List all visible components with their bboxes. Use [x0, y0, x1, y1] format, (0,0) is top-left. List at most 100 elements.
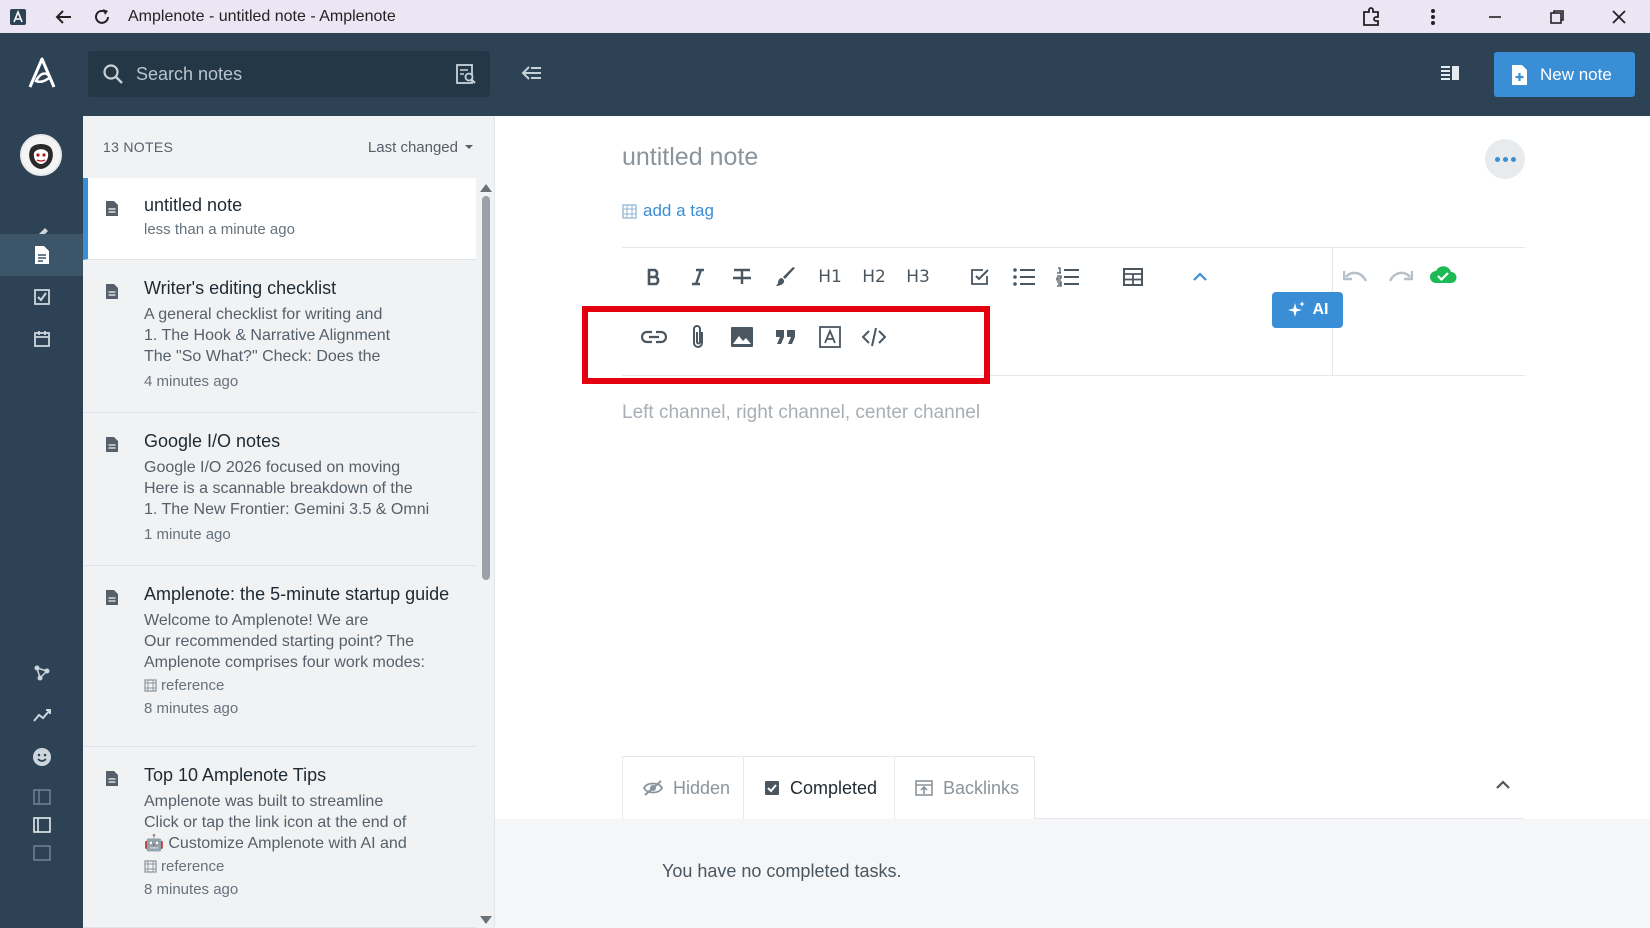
- note-list-item[interactable]: Amplenote: the 5-minute startup guide We…: [83, 567, 476, 747]
- sync-status[interactable]: [1425, 257, 1461, 293]
- minimize-icon[interactable]: [1483, 5, 1507, 29]
- collapse-tabs-button[interactable]: [1495, 780, 1511, 790]
- note-preview-line: Here is a scannable breakdown of the: [144, 480, 413, 497]
- redo-button[interactable]: [1382, 259, 1418, 295]
- note-tag-label: reference: [161, 677, 225, 694]
- rail-item-notes[interactable]: [0, 234, 83, 276]
- ai-assistant-button[interactable]: AI: [1272, 292, 1343, 328]
- restore-icon[interactable]: [1545, 5, 1569, 29]
- scroll-up-arrow-icon[interactable]: [480, 184, 492, 192]
- checkbox-task-button[interactable]: [962, 259, 998, 295]
- layout-single-icon: [32, 845, 51, 861]
- app-header: Search notes New note: [0, 33, 1650, 116]
- graph-icon: [32, 663, 52, 683]
- reload-icon[interactable]: [90, 5, 114, 29]
- new-note-button[interactable]: New note: [1494, 52, 1635, 97]
- advanced-search-icon[interactable]: [454, 62, 478, 86]
- heading-1-label: H1: [818, 267, 842, 287]
- notes-count: 13 NOTES: [103, 139, 174, 155]
- rail-item-tasks[interactable]: [0, 276, 83, 318]
- note-body-placeholder[interactable]: Left channel, right channel, center chan…: [622, 402, 980, 424]
- brush-icon: [775, 266, 797, 288]
- amplenote-logo-icon[interactable]: [22, 53, 62, 93]
- completed-tasks-panel: You have no completed tasks.: [495, 819, 1650, 928]
- note-preview-line: 1. The New Frontier: Gemini 3.5 & Omni: [144, 501, 430, 518]
- scrollbar-thumb[interactable]: [482, 196, 490, 580]
- redo-icon: [1387, 269, 1413, 285]
- rail-item-calendar[interactable]: [0, 318, 83, 360]
- heading-1-button[interactable]: H1: [812, 259, 848, 295]
- note-preview-line: The "So What?" Check: Does the: [144, 348, 381, 365]
- collapse-toolbar-button[interactable]: [1182, 259, 1218, 295]
- rail-item-mood[interactable]: [0, 736, 83, 778]
- close-icon[interactable]: [1607, 5, 1631, 29]
- note-preview-line: 1. The Hook & Narrative Alignment: [144, 327, 391, 344]
- extensions-icon[interactable]: [1359, 5, 1383, 29]
- chevron-up-icon: [1495, 780, 1511, 790]
- tab-completed[interactable]: Completed: [743, 756, 895, 819]
- kebab-menu-icon[interactable]: [1421, 5, 1445, 29]
- heading-3-button[interactable]: H3: [900, 259, 936, 295]
- note-title: Top 10 Amplenote Tips: [144, 765, 327, 785]
- table-button[interactable]: [1115, 259, 1151, 295]
- italic-button[interactable]: [680, 259, 716, 295]
- note-preview-line: 🤖 Customize Amplenote with AI and: [144, 835, 407, 852]
- window-title: Amplenote - untitled note - Amplenote: [128, 7, 396, 25]
- cloud-check-icon: [1429, 265, 1457, 285]
- dot-icon: [1502, 156, 1508, 162]
- note-list-item[interactable]: untitled note less than a minute ago: [83, 178, 476, 260]
- note-timestamp: 1 minute ago: [144, 526, 231, 543]
- note-preview-line: Our recommended starting point? The: [144, 633, 415, 650]
- tag-icon: [622, 203, 637, 219]
- bullet-list-icon: [1012, 267, 1036, 287]
- tab-hidden[interactable]: Hidden: [622, 756, 744, 819]
- note-preview-line: Amplenote was built to streamline: [144, 793, 384, 810]
- highlight-annotation-box: [582, 306, 990, 384]
- avatar[interactable]: [20, 134, 62, 176]
- calendar-icon: [33, 330, 51, 348]
- sort-label: Last changed: [367, 138, 458, 156]
- note-list-item[interactable]: Google I/O notes Google I/O 2026 focused…: [83, 414, 476, 566]
- note-tag[interactable]: reference: [144, 677, 466, 694]
- more-options-button[interactable]: [1485, 139, 1525, 179]
- tab-completed-label: Completed: [790, 777, 878, 798]
- undo-button[interactable]: [1338, 259, 1374, 295]
- heading-2-button[interactable]: H2: [856, 259, 892, 295]
- eye-off-icon: [643, 780, 663, 796]
- layout-toggle-icon[interactable]: [1438, 61, 1462, 85]
- rail-item-graph[interactable]: [0, 652, 83, 694]
- numbered-list-button[interactable]: [1050, 259, 1086, 295]
- search-input[interactable]: Search notes: [88, 51, 490, 97]
- tab-backlinks[interactable]: Backlinks: [894, 756, 1035, 819]
- layout-split-icon: [32, 817, 51, 833]
- strikethrough-button[interactable]: [724, 259, 760, 295]
- rail-item-layout-single[interactable]: [0, 832, 83, 874]
- trend-icon: [32, 705, 52, 725]
- note-list-item[interactable]: Top 10 Amplenote Tips Amplenote was buil…: [83, 748, 476, 928]
- checkbox-checked-icon: [764, 780, 780, 796]
- notes-scrollbar[interactable]: [476, 178, 494, 928]
- note-tag[interactable]: reference: [144, 858, 466, 875]
- bullet-list-button[interactable]: [1006, 259, 1042, 295]
- note-list-item[interactable]: Writer's editing checklist A general che…: [83, 261, 476, 413]
- tasks-tabs-section: Hidden Completed Backlinks You have no c…: [495, 756, 1650, 928]
- backlinks-icon: [915, 780, 933, 796]
- browser-titlebar: Amplenote - untitled note - Amplenote: [0, 0, 1650, 33]
- notes-list-header: 13 NOTES Last changed: [83, 116, 494, 178]
- task-list-icon: [33, 288, 51, 306]
- note-timestamp: 8 minutes ago: [144, 700, 239, 717]
- sort-dropdown[interactable]: Last changed: [368, 139, 474, 156]
- rail-item-stats[interactable]: [0, 694, 83, 736]
- highlight-button[interactable]: [768, 259, 804, 295]
- collapse-sidebar-icon[interactable]: [520, 61, 544, 85]
- scroll-down-arrow-icon[interactable]: [480, 916, 492, 924]
- ai-label: AI: [1312, 301, 1329, 318]
- add-tag-button[interactable]: add a tag: [622, 201, 714, 221]
- back-arrow-icon[interactable]: [52, 5, 76, 29]
- bold-button[interactable]: [636, 259, 672, 295]
- note-title-input[interactable]: untitled note: [622, 143, 758, 172]
- tab-hidden-label: Hidden: [673, 777, 731, 798]
- dot-icon: [1510, 156, 1516, 162]
- notes-list-panel: 13 NOTES Last changed untitled note less…: [83, 116, 495, 928]
- heading-2-label: H2: [862, 267, 886, 287]
